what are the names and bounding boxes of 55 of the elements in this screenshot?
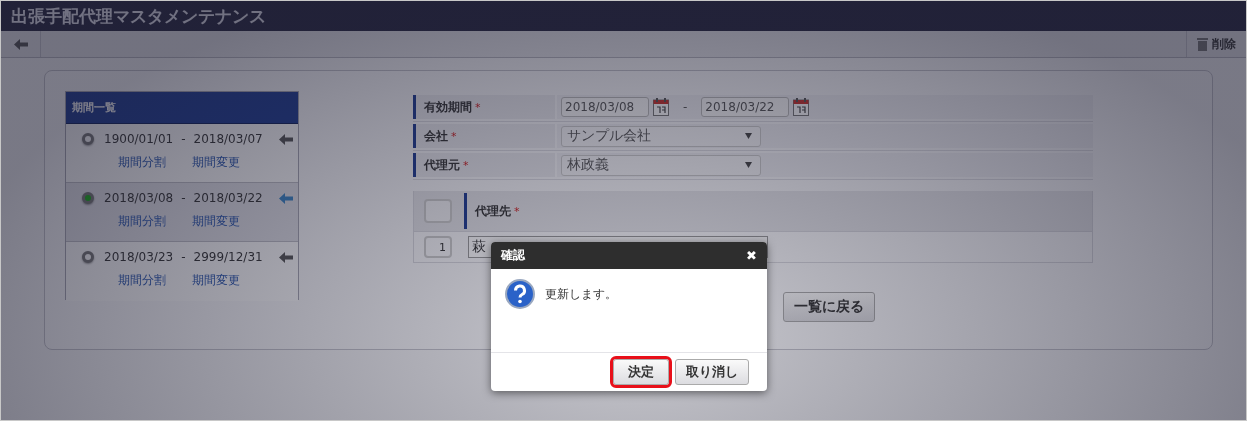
dialog-message: 更新します。 xyxy=(545,286,617,303)
period-link[interactable]: 期間分割 xyxy=(118,213,166,230)
period-link[interactable]: 期間変更 xyxy=(192,154,240,171)
column-header: 代理先 xyxy=(475,202,511,220)
left-arrow-icon xyxy=(278,192,293,204)
period-link[interactable]: 期間変更 xyxy=(192,213,240,230)
radio-button[interactable] xyxy=(82,133,94,145)
dropdown-caret-icon xyxy=(745,133,752,139)
back-arrow-icon xyxy=(13,38,28,50)
select-value: 林政義 xyxy=(567,156,609,174)
left-arrow-icon xyxy=(278,251,293,263)
close-button[interactable]: ✖ xyxy=(746,248,757,263)
period-link[interactable]: 期間変更 xyxy=(192,272,240,289)
period-link[interactable]: 期間分割 xyxy=(118,272,166,289)
date-separator: - xyxy=(181,132,186,146)
row-number: 1 xyxy=(424,236,452,258)
question-icon xyxy=(505,279,535,309)
end-date: 2018/03/22 xyxy=(193,191,263,205)
dropdown-caret-icon xyxy=(745,162,752,168)
field-label: 有効期間 xyxy=(424,98,472,116)
required-mark: * xyxy=(475,100,481,114)
start-date: 1900/01/01 xyxy=(104,132,174,146)
select-field[interactable]: 林政義 xyxy=(561,154,761,176)
field-label: 会社 xyxy=(424,127,448,145)
period-link[interactable]: 期間分割 xyxy=(118,154,166,171)
end-date: 2018/03/07 xyxy=(193,132,263,146)
start-date: 2018/03/08 xyxy=(104,191,174,205)
required-mark: * xyxy=(463,158,469,172)
checkbox[interactable] xyxy=(424,199,452,223)
date-separator: - xyxy=(181,191,186,205)
radio-button[interactable] xyxy=(82,251,94,263)
back-to-list-button[interactable]: 一覧に戻る xyxy=(783,292,875,322)
delete-button[interactable]: 削除 xyxy=(1186,31,1246,57)
left-arrow-icon xyxy=(278,133,293,145)
radio-button[interactable] xyxy=(82,192,94,204)
dialog-button[interactable]: 取り消し xyxy=(675,359,749,385)
date-separator: - xyxy=(181,250,186,264)
trash-icon xyxy=(1197,37,1208,51)
dialog-button[interactable]: 決定 xyxy=(613,359,669,385)
required-mark: * xyxy=(451,129,457,143)
required-mark: * xyxy=(514,204,520,218)
end-date: 2999/12/31 xyxy=(193,250,263,264)
field-label: 代理元 xyxy=(424,156,460,174)
calendar-icon[interactable] xyxy=(653,98,669,116)
list-title: 期間一覧 xyxy=(72,100,116,115)
page-title: 出張手配代理マスタメンテナンス xyxy=(11,4,266,28)
start-date-field[interactable]: 2018/03/08 xyxy=(561,97,649,117)
select-value: サンプル会社 xyxy=(567,127,651,145)
select-field[interactable]: サンプル会社 xyxy=(561,125,761,147)
period-row[interactable]: 2018/03/08 - 2018/03/22 期間分割 期間変更 xyxy=(66,183,298,242)
dialog-title: 確認 xyxy=(501,247,525,264)
calendar-icon[interactable] xyxy=(793,98,810,116)
start-date: 2018/03/23 xyxy=(104,250,174,264)
end-date-field[interactable]: 2018/03/22 xyxy=(701,97,790,117)
date-separator: - xyxy=(683,100,688,114)
